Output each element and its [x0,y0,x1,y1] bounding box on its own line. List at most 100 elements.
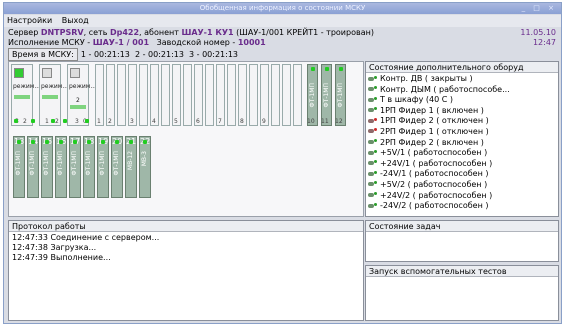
empty-slot[interactable] [271,64,280,126]
card-slot-12[interactable]: ФТ-1МП [335,64,346,126]
status-icon [368,192,377,198]
msku-time-label: Время в МСКУ: [8,48,78,61]
network-label: , сеть [83,28,110,37]
empty-slot[interactable] [238,64,247,126]
item-label: +24V/1 ( работоспособен ) [380,158,493,168]
card-slot-19[interactable]: ФТ-1МП 19 [97,136,109,198]
card-slot-16[interactable]: ФТ-1МП 16 [55,136,67,198]
menu-settings[interactable]: Настройки [7,15,52,27]
slot-number: 12 [335,118,343,125]
module-slot-1[interactable]: режим... [11,64,40,126]
card-slot-10[interactable]: ФТ-1МП [307,64,318,126]
module-slot-3[interactable]: режим... 2 [67,64,96,126]
empty-slot[interactable] [216,64,225,126]
status-led-icon [59,140,63,144]
item-label: 1РП Фидер 1 ( включен ) [380,105,484,115]
slot-number: 2 [23,118,27,125]
menu-exit[interactable]: Выход [62,15,89,27]
tests-panel: Запуск вспомогательных тестов [365,265,559,321]
exec-label: Исполнение МСКУ - [8,38,93,47]
status-icon [368,107,377,113]
card-slot-14[interactable]: ФТ-1МП 14 [27,136,39,198]
slot-number: 3 [75,118,79,125]
extra-equipment-header: Состояние дополнительного оборуд [366,62,558,73]
status-led-icon [73,140,77,144]
card-label: ФТ-1МП [337,83,344,108]
item-label: Контр. ДВ ( закрыты ) [380,74,473,83]
card-slot-15[interactable]: ФТ-1МП 15 [41,136,53,198]
list-item[interactable]: Контр. ДВ ( закрыты ) [368,74,510,85]
empty-slot[interactable] [117,64,126,126]
tasks-header: Состояние задач [366,221,558,232]
status-led-icon [31,140,35,144]
list-item[interactable]: 2РП Фидер 1 ( отключен ) [368,127,510,138]
module-indicator-icon [42,68,52,78]
card-label: ФТ-1МП [71,151,78,176]
extra-equipment-list: Контр. ДВ ( закрыты ) Контр. ДЫМ ( работ… [368,74,510,212]
list-item[interactable]: +5V/2 ( работоспособен ) [368,180,510,191]
card-slot-22[interactable]: МВ-3 22 [139,136,151,198]
status-bar [14,95,30,99]
list-item[interactable]: -24V/2 ( работоспособен ) [368,201,510,212]
list-item[interactable]: Т в шкафу (40 С ) [368,95,510,106]
list-item[interactable]: 2РП Фидер 2 ( включен ) [368,138,510,149]
card-slot-18[interactable]: ФТ-1МП 18 [83,136,95,198]
status-led-icon [45,140,49,144]
card-label: МВ-3 [141,151,148,167]
window-controls[interactable]: _ □ × [522,3,557,14]
empty-slot[interactable] [139,64,148,126]
status-led-icon [325,67,329,71]
card-label: ФТ-1МП [29,151,36,176]
card-slot-17[interactable]: ФТ-1МП 17 [69,136,81,198]
slot-number: 1 [97,118,101,125]
list-item[interactable]: Контр. ДЫМ ( работоспособе... [368,85,510,96]
slot-number: 5 [174,118,178,125]
status-led-icon [115,140,119,144]
empty-slot[interactable] [95,64,104,126]
protocol-log[interactable]: 12:47:33 Соединение с сервером... 12:47:… [12,233,159,263]
empty-slot[interactable] [183,64,192,126]
empty-slot[interactable] [161,64,170,126]
list-item[interactable]: +24V/1 ( работоспособен ) [368,159,510,170]
empty-slot[interactable] [172,64,181,126]
card-label: ФТ-1МП [43,151,50,176]
card-label: ФТ-1МП [99,151,106,176]
log-entry: 12:47:38 Загрузка... [12,243,97,252]
empty-slot[interactable] [293,64,302,126]
list-item[interactable]: 1РП Фидер 1 ( включен ) [368,106,510,117]
card-slot-20[interactable]: ФТ-1МП 20 [111,136,123,198]
card-slot-13[interactable]: ФТ-1МП 13 [13,136,25,198]
empty-slot[interactable] [106,64,115,126]
card-slot-11[interactable]: ФТ-1МП [321,64,332,126]
item-label: 2РП Фидер 1 ( отключен ) [380,126,489,136]
module-slot-2[interactable]: режим... [39,64,68,126]
status-icon [368,139,377,145]
empty-slot[interactable] [150,64,159,126]
empty-slot[interactable] [205,64,214,126]
slot-number: 1 [45,118,49,125]
tests-header: Запуск вспомогательных тестов [366,266,558,277]
subscriber-suffix: (ШАУ-1/001 КРЕЙТ1 - троирован) [233,28,374,37]
list-item[interactable]: -24V/1 ( работоспособен ) [368,169,510,180]
empty-slot[interactable] [249,64,258,126]
list-item[interactable]: +5V/1 ( работоспособен ) [368,148,510,159]
status-icon [368,117,377,124]
slot-number: 8 [240,118,244,125]
empty-slot[interactable] [260,64,269,126]
status-led-icon [129,140,133,144]
module-indicator-icon [70,68,80,78]
empty-slot[interactable] [194,64,203,126]
status-icon [368,128,377,134]
item-label: -24V/1 ( работоспособен ) [380,169,489,179]
item-label: -24V/2 ( работоспособен ) [380,201,489,211]
network-name: Dp422 [109,28,140,37]
empty-slot[interactable] [227,64,236,126]
card-label: ФТ-1МП [309,83,316,108]
card-slot-21[interactable]: МВ-12 21 [125,136,137,198]
status-icon [368,160,377,166]
status-led-icon [143,140,147,144]
list-item[interactable]: 1РП Фидер 2 ( отключен ) [368,116,510,127]
empty-slot[interactable] [128,64,137,126]
empty-slot[interactable] [282,64,291,126]
list-item[interactable]: +24V/2 ( работоспособен ) [368,191,510,202]
